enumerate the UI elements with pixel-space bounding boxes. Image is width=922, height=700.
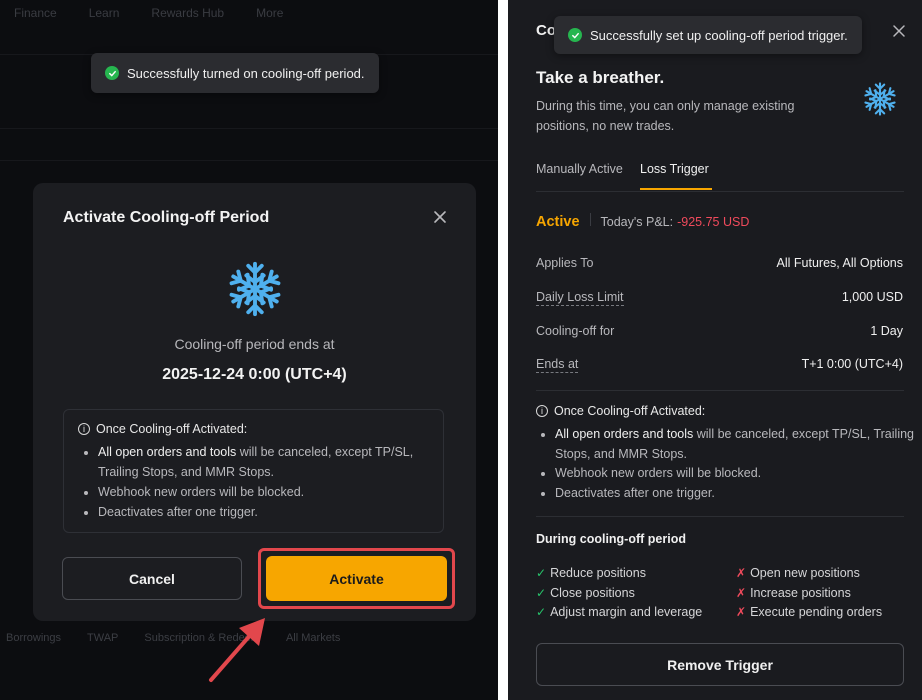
blocked-item: ✗ Open new positions — [736, 566, 860, 580]
status-row: Active Today's P&L: -925.75 USD — [536, 213, 749, 230]
bg-tab: Borrowings — [6, 632, 62, 644]
cross-icon: ✗ — [736, 605, 747, 619]
list-item: Webhook new orders will be blocked. — [555, 464, 915, 484]
detail-row-ends-at: Ends at T+1 0:00 (UTC+4) — [536, 357, 903, 373]
detail-key[interactable]: Daily Loss Limit — [536, 290, 624, 306]
info-box: i Once Cooling-off Activated: All open o… — [63, 409, 444, 533]
list-item: All open orders and tools will be cancel… — [98, 442, 429, 482]
bg-nav-item: Finance — [14, 6, 57, 20]
blocked-text: Execute pending orders — [750, 605, 883, 619]
left-screen: Finance Learn Rewards Hub More Successfu… — [0, 0, 498, 700]
bg-divider — [0, 160, 498, 161]
bg-nav-item: Rewards Hub — [151, 6, 225, 20]
blocked-text: Open new positions — [750, 566, 860, 580]
detail-row-cooling-off-for: Cooling-off for 1 Day — [536, 324, 903, 338]
list-item-emphasis: All open orders and tools — [555, 427, 694, 441]
checkmark-icon: ✓ — [536, 566, 547, 580]
right-screen: Co Successfully set up cooling-off perio… — [508, 0, 922, 700]
toast-text: Successfully turned on cooling-off perio… — [127, 65, 365, 81]
pointer-arrow — [209, 618, 265, 682]
ends-at-value: 2025-12-24 0:00 (UTC+4) — [162, 366, 347, 383]
bg-divider — [0, 128, 498, 129]
checkmark-icon: ✓ — [536, 605, 547, 619]
allowed-item: ✓ Reduce positions — [536, 566, 646, 580]
detail-value: 1 Day — [870, 324, 903, 338]
snowflake-icon — [226, 261, 284, 317]
check-circle-icon — [105, 66, 119, 80]
checkmark-icon: ✓ — [536, 586, 547, 600]
panel-title: Co — [536, 22, 556, 39]
detail-row-daily-loss-limit: Daily Loss Limit 1,000 USD — [536, 290, 903, 306]
section-divider — [536, 516, 904, 517]
active-tab-indicator — [640, 188, 712, 190]
remove-trigger-button[interactable]: Remove Trigger — [536, 643, 904, 686]
info-icon: i — [78, 423, 90, 435]
info-heading-text: Once Cooling-off Activated: — [96, 422, 248, 436]
allowed-text: Close positions — [550, 586, 635, 600]
cross-icon: ✗ — [736, 566, 747, 580]
tab-bar: Manually Active Loss Trigger — [536, 162, 904, 192]
allowed-text: Adjust margin and leverage — [550, 605, 703, 619]
allowed-text: Reduce positions — [550, 566, 646, 580]
allowed-item: ✓ Adjust margin and leverage — [536, 605, 702, 619]
bg-tab: TWAP — [87, 632, 119, 644]
info-heading: i Once Cooling-off Activated: — [536, 404, 705, 418]
list-item-text: Webhook new orders will be blocked. — [98, 485, 305, 499]
close-icon[interactable] — [892, 24, 906, 38]
pnl-label: Today's P&L: — [600, 215, 674, 229]
status-separator — [589, 213, 591, 226]
info-list: All open orders and tools will be cancel… — [78, 442, 429, 522]
toast-text: Successfully set up cooling-off period t… — [590, 27, 848, 43]
detail-value: 1,000 USD — [841, 290, 903, 304]
close-icon[interactable] — [432, 209, 448, 225]
blocked-text: Increase positions — [750, 586, 851, 600]
detail-row-applies-to: Applies To All Futures, All Options — [536, 256, 903, 270]
dialog-title: Activate Cooling-off Period — [63, 209, 270, 226]
success-toast: Successfully turned on cooling-off perio… — [91, 53, 379, 93]
during-heading: During cooling-off period — [536, 532, 686, 546]
description: During this time, you can only manage ex… — [536, 99, 795, 133]
list-item-text: Deactivates after one trigger. — [555, 485, 715, 500]
bg-tab: All Markets — [285, 632, 341, 644]
allowed-item: ✓ Close positions — [536, 586, 635, 600]
detail-key: Cooling-off for — [536, 324, 615, 338]
detail-key[interactable]: Ends at — [536, 357, 579, 373]
check-circle-icon — [568, 28, 582, 42]
list-item: All open orders and tools will be cancel… — [555, 425, 915, 464]
activate-cooling-off-dialog: Activate Cooling-off Period Cooling-off … — [33, 183, 476, 621]
list-item: Deactivates after one trigger. — [555, 484, 915, 504]
list-item: Webhook new orders will be blocked. — [98, 482, 429, 502]
panel-divider — [498, 0, 508, 700]
detail-value: All Futures, All Options — [776, 256, 903, 270]
snowflake-icon — [862, 82, 898, 116]
bg-nav-item: Learn — [88, 6, 120, 20]
tab-manually-active[interactable]: Manually Active — [536, 162, 623, 176]
info-heading: i Once Cooling-off Activated: — [78, 422, 429, 436]
list-item-text: Deactivates after one trigger. — [98, 505, 258, 519]
success-toast: Successfully set up cooling-off period t… — [554, 16, 862, 54]
pnl-value: -925.75 USD — [677, 215, 750, 229]
headline: Take a breather. — [536, 68, 665, 87]
detail-value: T+1 0:00 (UTC+4) — [801, 357, 903, 371]
info-list: All open orders and tools will be cancel… — [536, 425, 915, 503]
section-divider — [536, 390, 904, 391]
info-icon: i — [536, 405, 548, 417]
cross-icon: ✗ — [736, 586, 747, 600]
activate-button[interactable]: Activate — [266, 556, 447, 601]
info-heading-text: Once Cooling-off Activated: — [554, 404, 706, 418]
status-badge: Active — [536, 214, 580, 230]
bg-nav-item: More — [256, 6, 284, 20]
list-item-emphasis: All open orders and tools — [98, 445, 237, 459]
list-item-text: Webhook new orders will be blocked. — [555, 466, 762, 480]
ends-at-label: Cooling-off period ends at — [174, 336, 335, 352]
blocked-item: ✗ Execute pending orders — [736, 605, 882, 619]
tab-loss-trigger[interactable]: Loss Trigger — [640, 162, 709, 176]
cancel-button[interactable]: Cancel — [62, 557, 242, 600]
background-nav: Finance Learn Rewards Hub More — [0, 0, 498, 26]
list-item: Deactivates after one trigger. — [98, 502, 429, 522]
detail-key: Applies To — [536, 256, 594, 270]
blocked-item: ✗ Increase positions — [736, 586, 851, 600]
